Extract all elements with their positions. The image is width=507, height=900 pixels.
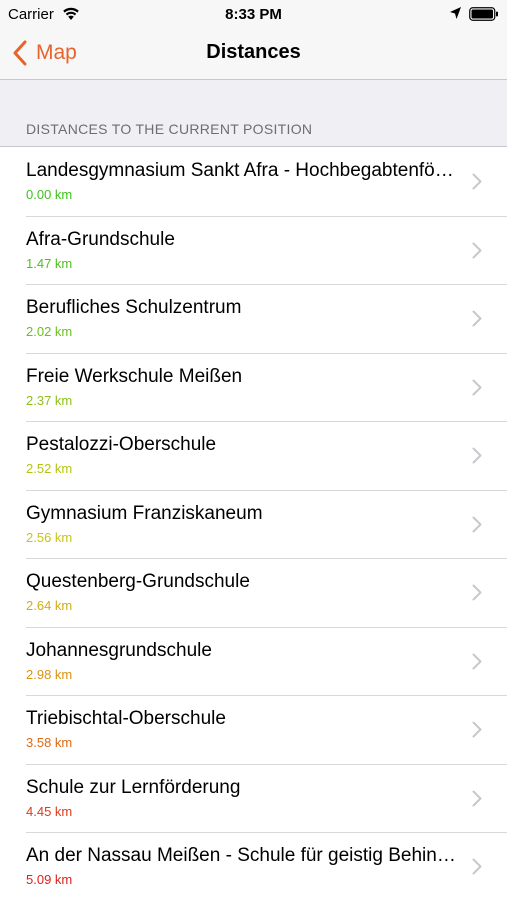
distance-label: 5.09 km: [26, 872, 73, 887]
navigation-bar: Map Distances: [0, 28, 507, 80]
chevron-right-icon: [472, 653, 482, 669]
list-item[interactable]: Afra-Grundschule 1.47 km: [0, 215, 507, 285]
chevron-right-icon: [472, 447, 482, 464]
section-header: DISTANCES TO THE CURRENT POSITION: [26, 121, 313, 137]
distance-label: 3.58 km: [26, 735, 73, 750]
distance-label: 2.64 km: [26, 598, 73, 613]
status-time: 8:33 PM: [225, 6, 282, 23]
distance-label: 2.52 km: [26, 461, 73, 476]
school-name: Berufliches Schulzentrum: [26, 297, 242, 318]
status-bar: Carrier 8:33 PM: [0, 0, 507, 28]
chevron-right-icon: [472, 173, 482, 190]
list-item[interactable]: Questenberg-Grundschule 2.64 km: [0, 558, 507, 627]
location-arrow-icon: [450, 7, 461, 19]
list-item[interactable]: An der Nassau Meißen - Schule für geisti…: [0, 832, 507, 900]
distance-label: 2.37 km: [26, 392, 73, 408]
list-item[interactable]: Gymnasium Franziskaneum 2.56 km: [0, 489, 507, 559]
chevron-right-icon: [472, 310, 482, 327]
chevron-right-icon: [472, 516, 482, 532]
chevron-right-icon: [472, 242, 482, 258]
distance-label: 1.47 km: [26, 255, 73, 271]
school-name: Gymnasium Franziskaneum: [26, 502, 263, 524]
school-name: Schule zur Lernförderung: [26, 776, 241, 798]
list-item[interactable]: Schule zur Lernförderung 4.45 km: [0, 763, 507, 833]
chevron-right-icon: [472, 858, 482, 875]
chevron-right-icon: [472, 379, 482, 395]
distance-list: Landesgymnasium Sankt Afra - Hochbegabte…: [0, 146, 507, 900]
distance-label: 2.02 km: [26, 324, 73, 339]
page-title: Distances: [206, 41, 301, 63]
school-name: Afra-Grundschule: [26, 228, 175, 250]
list-item[interactable]: Johannesgrundschule 2.98 km: [0, 626, 507, 696]
school-name: Freie Werkschule Meißen: [26, 365, 243, 387]
distance-label: 2.56 km: [26, 529, 73, 545]
chevron-right-icon: [472, 721, 482, 738]
distance-label: 0.00 km: [26, 187, 73, 202]
list-item[interactable]: Landesgymnasium Sankt Afra - Hochbegabte…: [0, 147, 507, 216]
distance-label: 4.45 km: [26, 803, 73, 819]
school-name: Johannesgrundschule: [26, 639, 212, 661]
list-item[interactable]: Berufliches Schulzentrum 2.02 km: [0, 284, 507, 353]
chevron-right-icon: [472, 790, 482, 806]
battery-icon: [469, 7, 498, 21]
list-item[interactable]: Pestalozzi-Oberschule 2.52 km: [0, 421, 507, 490]
chevron-right-icon: [472, 584, 482, 601]
list-item[interactable]: Triebischtal-Oberschule 3.58 km: [0, 695, 507, 764]
school-name: Questenberg-Grundschule: [26, 571, 250, 592]
list-item[interactable]: Freie Werkschule Meißen 2.37 km: [0, 352, 507, 422]
distance-label: 2.98 km: [26, 666, 73, 682]
school-name: Pestalozzi-Oberschule: [26, 434, 217, 455]
school-name: Landesgymnasium Sankt Afra - Hochbegabte…: [26, 160, 458, 181]
school-name: Triebischtal-Oberschule: [26, 708, 226, 729]
school-name: An der Nassau Meißen - Schule für geisti…: [26, 845, 458, 866]
